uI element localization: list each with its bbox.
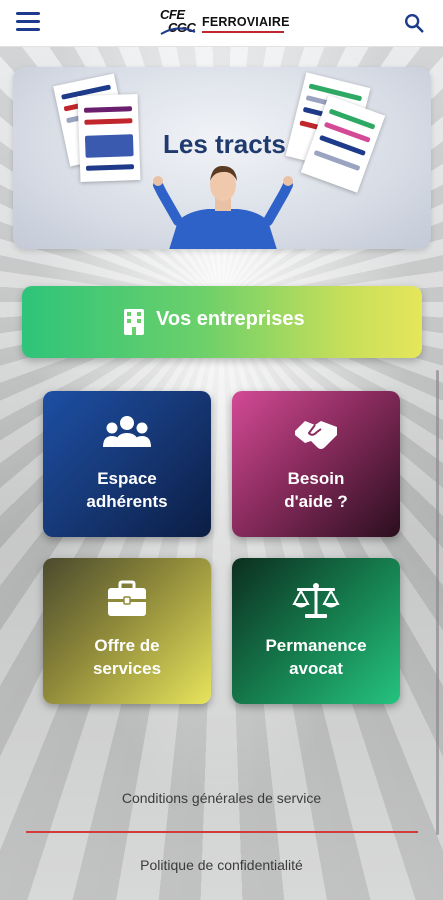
tile-label-line1: Besoin <box>287 469 345 488</box>
tile-label-line1: Permanence <box>265 636 367 655</box>
tile-label-line2: adhérents <box>86 492 168 511</box>
politique-confidentialite-link[interactable]: Politique de confidentialité <box>0 857 443 873</box>
permanence-avocat-tile[interactable]: Permanence avocat <box>232 558 400 704</box>
footer-divider <box>26 831 418 833</box>
scales-icon <box>292 583 340 618</box>
logo-text: FERROVIAIRE <box>202 15 290 29</box>
logo-underline <box>202 31 284 33</box>
building-icon <box>124 309 144 335</box>
tile-label-line2: d'aide ? <box>284 492 348 511</box>
logo-mark: CFE CGC <box>158 4 200 42</box>
tile-label-line2: services <box>92 659 162 678</box>
tile-label: Permanence avocat <box>238 634 394 680</box>
tile-label: Espace adhérents <box>49 467 205 513</box>
hamburger-menu-icon[interactable] <box>16 12 40 32</box>
banner-title: Les tracts <box>163 129 286 159</box>
tracts-banner[interactable]: Les tracts <box>13 67 431 249</box>
flyer-image <box>77 93 141 183</box>
tile-label: Besoin d'aide ? <box>238 467 394 513</box>
users-group-icon <box>103 416 151 447</box>
espace-adherents-tile[interactable]: Espace adhérents <box>43 391 211 537</box>
vos-entreprises-label: Vos entreprises <box>156 308 305 330</box>
search-icon[interactable] <box>403 12 425 34</box>
top-app-bar: CFE CGC FERROVIAIRE <box>0 0 443 47</box>
conditions-generales-link[interactable]: Conditions générales de service <box>0 790 443 806</box>
briefcase-icon <box>108 580 146 616</box>
app-logo: CFE CGC FERROVIAIRE <box>158 4 290 42</box>
besoin-aide-tile[interactable]: Besoin d'aide ? <box>232 391 400 537</box>
handshake-icon <box>295 421 337 449</box>
vos-entreprises-button[interactable]: Vos entreprises <box>22 286 422 358</box>
logo-swoosh-icon <box>160 27 196 35</box>
tile-label-line1: Espace <box>97 469 157 488</box>
tile-label: Offre de services <box>49 634 205 680</box>
tile-label-line2: avocat <box>289 659 343 678</box>
person-pointing-image <box>153 165 293 249</box>
offre-services-tile[interactable]: Offre de services <box>43 558 211 704</box>
tile-label-line1: Offre de <box>94 636 160 655</box>
scrollbar[interactable] <box>436 370 439 835</box>
